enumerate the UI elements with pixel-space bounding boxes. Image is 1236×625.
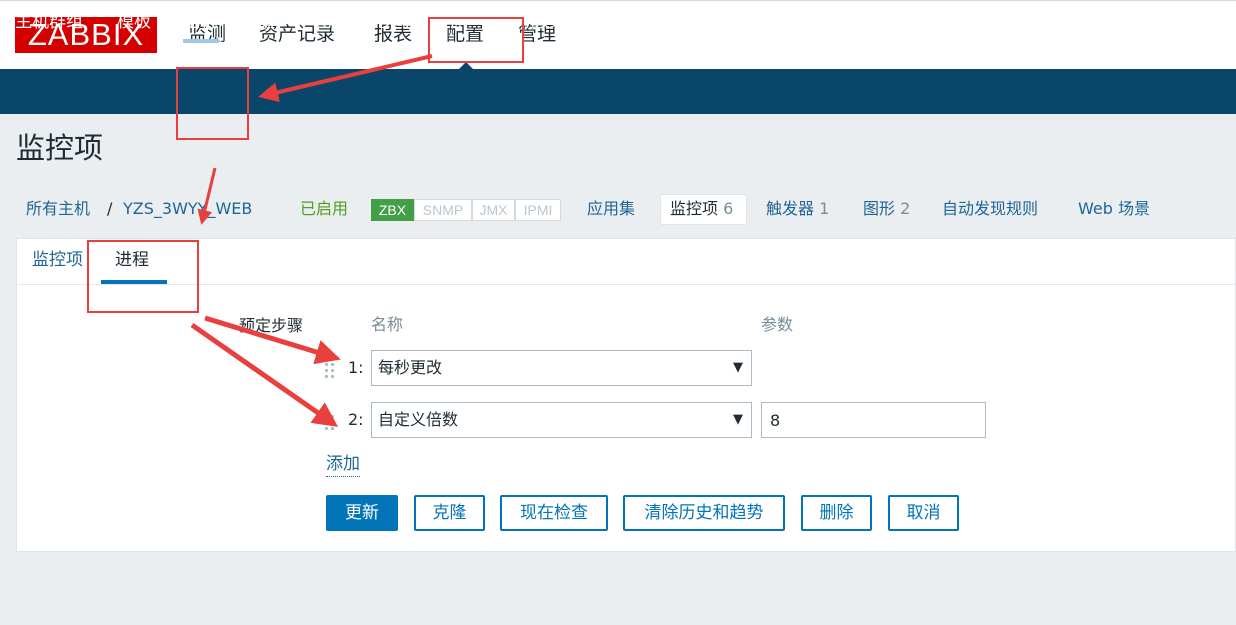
form-tabs-divider [16, 284, 1236, 285]
step-2-type-select[interactable]: 自定义倍数 ▼ [371, 402, 752, 438]
sub-nav-templates[interactable]: 模板 [117, 9, 151, 35]
availability-jmx-badge: JMX [472, 199, 515, 221]
step-2-type-value: 自定义倍数 [378, 410, 459, 429]
host-tab-web-scenarios[interactable]: Web 场景 [1078, 198, 1150, 220]
clear-history-button[interactable]: 清除历史和趋势 [623, 495, 785, 531]
host-tab-count: 6 [723, 199, 734, 218]
page-title: 监控项 [16, 131, 104, 165]
chevron-down-icon: ▼ [733, 360, 743, 375]
sub-nav-services[interactable]: 服务 [602, 9, 636, 35]
drag-handle-icon[interactable] [325, 363, 335, 381]
column-header-name: 名称 [371, 315, 404, 334]
host-tab-label: 图形 [863, 199, 896, 218]
breadcrumb-host[interactable]: YZS_3WYY_WEB [123, 198, 252, 220]
form-tab-active-indicator [101, 280, 167, 284]
sub-nav-hosts[interactable]: 主机 [183, 9, 217, 35]
check-now-button[interactable]: 现在检查 [500, 495, 608, 531]
step-number: 1: [348, 358, 364, 377]
sub-nav-discovery[interactable]: 自动发现 [501, 9, 569, 35]
host-tab-applications[interactable]: 应用集 [587, 198, 635, 220]
sub-nav [0, 69, 1236, 114]
sub-nav-host-groups[interactable]: 主机群组 [15, 9, 83, 35]
host-tab-triggers[interactable]: 触发器 1 [766, 198, 829, 220]
delete-button[interactable]: 删除 [801, 495, 872, 531]
host-tab-label: 触发器 [766, 199, 815, 218]
step-1-type-value: 每秒更改 [378, 358, 443, 377]
host-tab-items[interactable]: 监控项 6 [670, 198, 733, 220]
form-tab-item[interactable]: 监控项 [32, 249, 83, 271]
breadcrumb-all-hosts[interactable]: 所有主机 [26, 198, 90, 220]
drag-handle-icon[interactable] [325, 415, 335, 433]
column-header-parameters: 参数 [761, 315, 794, 334]
sub-nav-event-correlation[interactable]: 关联项事件 [381, 9, 466, 35]
host-tab-discovery-rules[interactable]: 自动发现规则 [942, 198, 1038, 220]
host-status-badge[interactable]: 已启用 [300, 198, 348, 220]
host-tab-label: 监控项 [670, 199, 719, 218]
form-tab-preprocessing[interactable]: 进程 [115, 249, 149, 271]
host-tab-graphs[interactable]: 图形 2 [863, 198, 910, 220]
sub-nav-maintenance[interactable]: 维护 [248, 9, 282, 35]
active-menu-caret [459, 62, 473, 69]
sub-nav-active-indicator [183, 39, 219, 43]
clone-button[interactable]: 克隆 [414, 495, 485, 531]
step-1-type-select[interactable]: 每秒更改 ▼ [371, 350, 752, 386]
host-tab-count: 2 [900, 199, 911, 218]
host-tab-label: 应用集 [587, 199, 636, 218]
update-button[interactable]: 更新 [326, 495, 398, 531]
breadcrumb-separator: / [107, 199, 113, 218]
host-tab-count: 1 [819, 199, 830, 218]
sub-nav-actions[interactable]: 动作 [315, 9, 349, 35]
preprocessing-steps-label: 预定步骤 [239, 316, 304, 335]
host-tab-label: 自动发现规则 [942, 199, 1039, 218]
chevron-down-icon: ▼ [733, 412, 743, 427]
availability-ipmi-badge: IPMI [515, 199, 561, 221]
availability-zbx-badge: ZBX [371, 199, 414, 221]
availability-snmp-badge: SNMP [414, 199, 472, 221]
step-number: 2: [348, 410, 364, 429]
host-tab-label: Web 场景 [1078, 199, 1150, 218]
add-step-link[interactable]: 添加 [326, 452, 360, 477]
step-2-parameter-input[interactable] [761, 402, 986, 438]
cancel-button[interactable]: 取消 [888, 495, 959, 531]
